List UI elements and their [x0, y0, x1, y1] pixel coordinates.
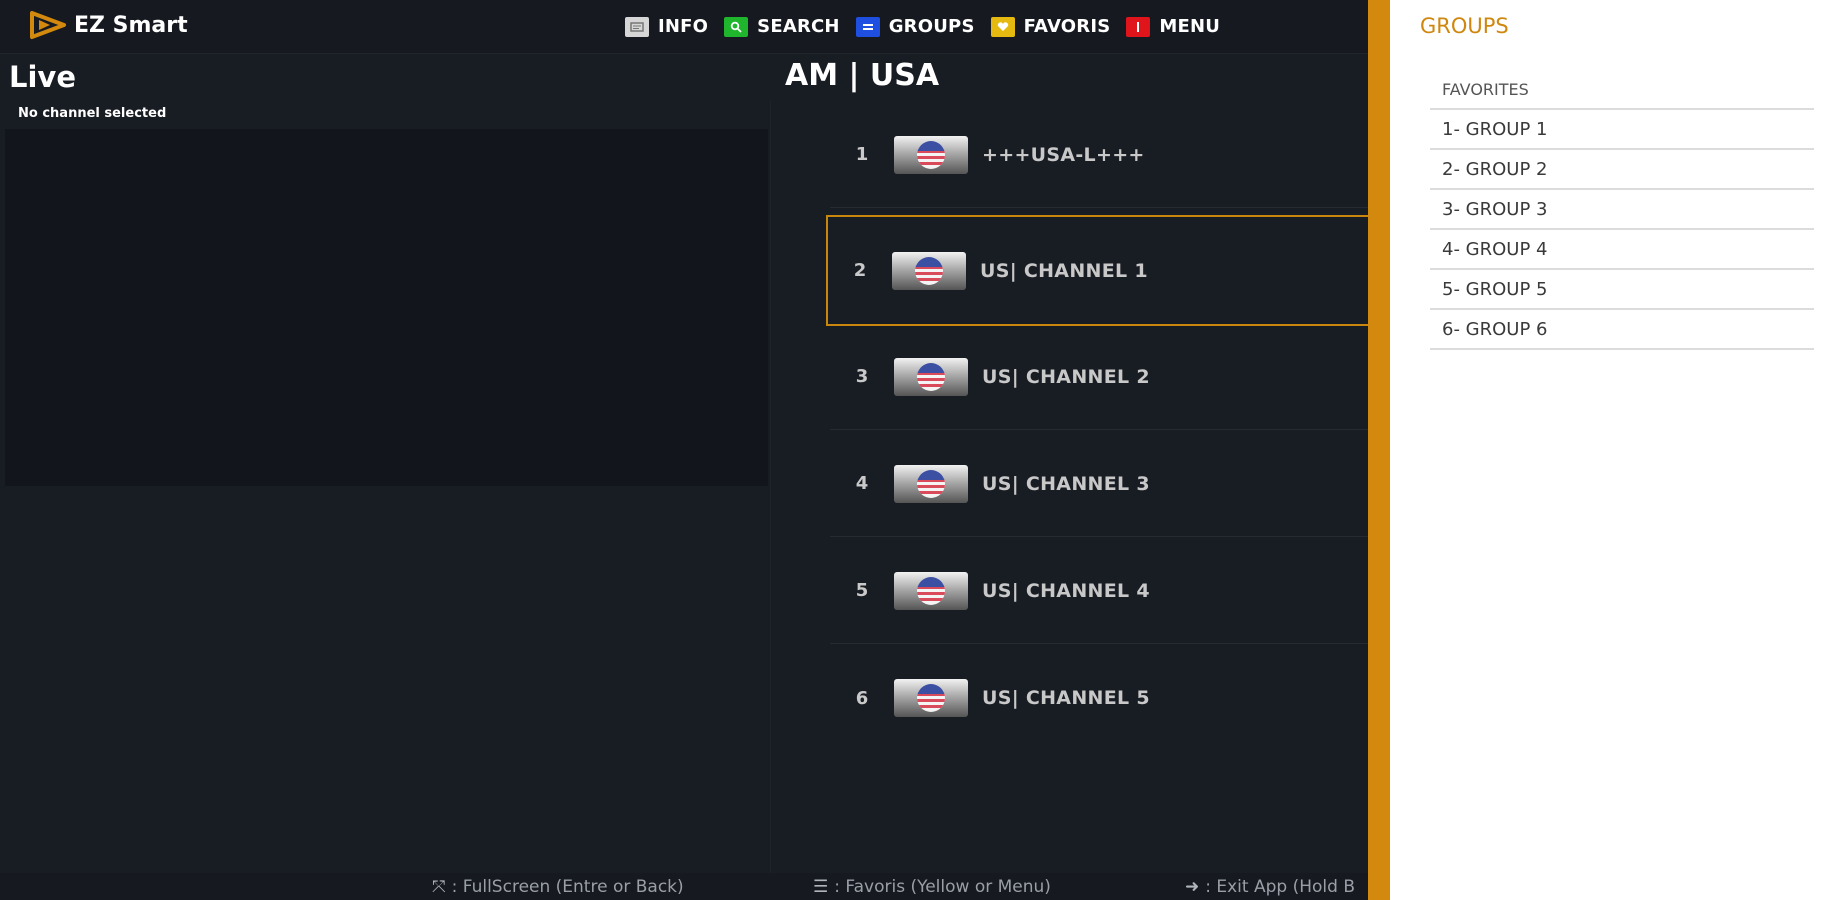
list-icon: ☰: [813, 877, 829, 897]
usa-flag-icon: [892, 251, 966, 290]
favoris-button[interactable]: FAVORIS: [990, 16, 1111, 37]
live-status: No channel selected: [18, 106, 167, 121]
hint-favoris: ☰ : Favoris (Yellow or Menu): [813, 877, 1051, 897]
channel-name: +++USA-L+++: [982, 143, 1145, 166]
usa-flag-icon: [894, 135, 968, 174]
channel-name: US| CHANNEL 1: [980, 259, 1148, 282]
heart-icon: [990, 16, 1015, 37]
channel-row[interactable]: 3 US| CHANNEL 2: [830, 324, 1370, 430]
channel-name: US| CHANNEL 3: [982, 472, 1150, 495]
exit-icon: ➜: [1185, 877, 1200, 897]
usa-flag-icon: [894, 571, 968, 610]
groups-button[interactable]: GROUPS: [855, 16, 975, 37]
group-item[interactable]: 6- GROUP 6: [1430, 310, 1814, 350]
channel-number: 3: [855, 366, 869, 387]
group-item[interactable]: 3- GROUP 3: [1430, 190, 1814, 230]
channel-row[interactable]: 5 US| CHANNEL 4: [830, 538, 1370, 644]
search-icon: [724, 16, 749, 37]
top-bar: EZ Smart INFO SEARCH GROUPS FAVORIS MENU: [0, 0, 1370, 54]
channel-row[interactable]: 4 US| CHANNEL 3: [830, 431, 1370, 537]
channel-row-selected[interactable]: 2 US| CHANNEL 1: [826, 215, 1370, 326]
usa-flag-icon: [894, 679, 968, 717]
group-item[interactable]: 1- GROUP 1: [1430, 110, 1814, 150]
groups-panel: GROUPS FAVORITES 1- GROUP 1 2- GROUP 2 3…: [1390, 0, 1843, 900]
fullscreen-icon: ⤧: [432, 877, 446, 897]
info-label: INFO: [658, 16, 709, 37]
favoris-label: FAVORIS: [1023, 16, 1111, 37]
list-icon: [855, 16, 880, 37]
channel-name: US| CHANNEL 4: [982, 579, 1150, 602]
search-button[interactable]: SEARCH: [724, 16, 840, 37]
panel-divider: [770, 100, 771, 875]
channel-number: 2: [853, 260, 867, 281]
channel-row[interactable]: 6 US| CHANNEL 5: [830, 645, 1370, 751]
info-card-icon: [625, 16, 649, 37]
hint-fullscreen-text: : FullScreen (Entre or Back): [451, 877, 684, 897]
info-button[interactable]: INFO: [625, 16, 708, 37]
play-logo-icon: [30, 11, 66, 39]
channel-name: US| CHANNEL 2: [982, 365, 1150, 388]
channel-name: US| CHANNEL 5: [982, 687, 1150, 709]
channel-number: 5: [855, 580, 869, 601]
live-title: Live: [9, 60, 76, 94]
channel-number: 1: [855, 144, 869, 165]
hint-exit-text: : Exit App (Hold B: [1205, 877, 1355, 897]
hint-fullscreen: ⤧ : FullScreen (Entre or Back): [432, 877, 684, 897]
hint-exit: ➜ : Exit App (Hold B: [1185, 877, 1355, 897]
group-item[interactable]: 2- GROUP 2: [1430, 150, 1814, 190]
menu-button[interactable]: MENU: [1126, 16, 1220, 37]
group-item[interactable]: 4- GROUP 4: [1430, 230, 1814, 270]
group-item-favorites[interactable]: FAVORITES: [1430, 70, 1814, 110]
groups-label: GROUPS: [888, 16, 975, 37]
usa-flag-icon: [894, 464, 968, 503]
app-name: EZ Smart: [74, 12, 188, 38]
channel-list-title: AM | USA: [785, 58, 940, 93]
app-logo: EZ Smart: [28, 10, 188, 40]
channel-number: 4: [855, 473, 869, 494]
panel-accent-bar: [1368, 0, 1390, 900]
usa-flag-icon: [894, 357, 968, 396]
hotkey-bar: INFO SEARCH GROUPS FAVORIS MENU: [625, 16, 1236, 37]
menu-label: MENU: [1159, 16, 1221, 37]
video-player[interactable]: [5, 129, 768, 486]
channel-number: 6: [855, 687, 869, 709]
hint-favoris-text: : Favoris (Yellow or Menu): [834, 877, 1051, 897]
groups-list: FAVORITES 1- GROUP 1 2- GROUP 2 3- GROUP…: [1430, 70, 1814, 350]
search-label: SEARCH: [757, 16, 840, 37]
menu-icon: [1126, 16, 1151, 37]
group-item[interactable]: 5- GROUP 5: [1430, 270, 1814, 310]
footer-hints: ⤧ : FullScreen (Entre or Back) ☰ : Favor…: [0, 873, 1370, 900]
groups-title: GROUPS: [1420, 14, 1509, 38]
channel-row[interactable]: 1 +++USA-L+++: [830, 102, 1370, 208]
